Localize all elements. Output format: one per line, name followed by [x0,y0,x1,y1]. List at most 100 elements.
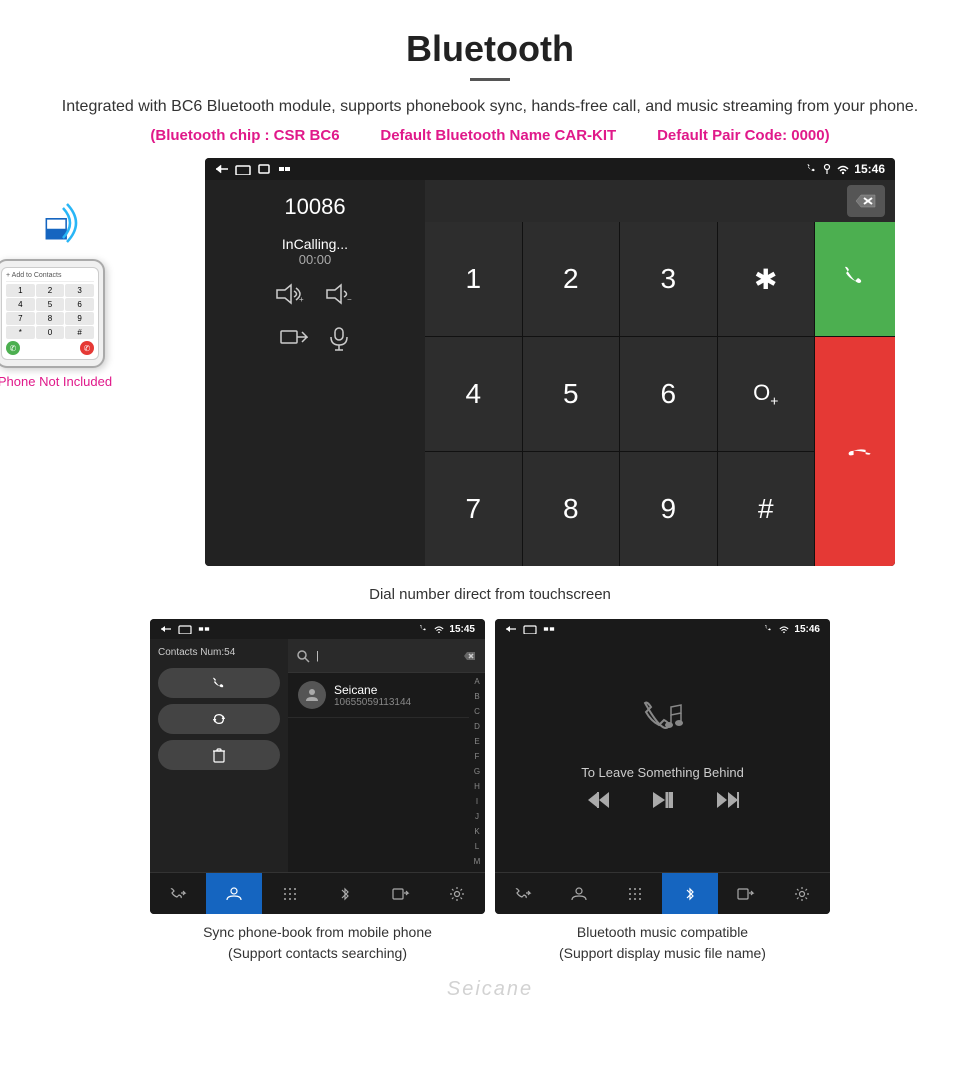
sp-key-8[interactable]: 8 [36,312,65,325]
sp-key-9[interactable]: 9 [65,312,94,325]
alpha-d[interactable]: D [471,722,483,732]
contacts-right-panel: | Seicane [288,639,485,872]
vol-down-btn[interactable]: − [325,283,355,311]
mu-keypad[interactable] [607,872,663,914]
sp-key-5[interactable]: 5 [36,298,65,311]
call-action-btn[interactable] [158,668,280,698]
sp-key-0[interactable]: 0 [36,326,65,339]
key-1[interactable]: 1 [425,222,522,336]
home-icon [235,163,251,175]
call-timer: 00:00 [282,252,348,267]
wifi-icon [836,163,850,175]
backspace-search-icon[interactable] [463,650,477,662]
alpha-m[interactable]: M [471,857,483,867]
sp-key-6[interactable]: 6 [65,298,94,311]
key-4[interactable]: 4 [425,337,522,451]
small-phone-screen: + Add to Contacts 1 2 3 4 5 6 7 8 9 * 0 … [1,267,99,360]
contacts-caption: Sync phone-book from mobile phone (Suppo… [203,914,432,964]
vol-up-btn[interactable]: + [275,283,305,311]
sp-key-hash[interactable]: # [65,326,94,339]
alpha-k[interactable]: K [471,827,483,837]
delete-action-btn[interactable] [158,740,280,770]
key-hash[interactable]: # [718,452,815,566]
mu-keypad-icon [628,887,642,901]
key-5[interactable]: 5 [523,337,620,451]
key-7[interactable]: 7 [425,452,522,566]
cn-settings[interactable] [429,872,485,914]
cn-contacts[interactable] [206,872,262,914]
watermark: Seicane [0,974,980,1005]
key-9[interactable]: 9 [620,452,717,566]
alpha-g[interactable]: G [471,767,483,777]
sp-key-3[interactable]: 3 [65,284,94,297]
mu-phone-link[interactable] [718,872,774,914]
svg-text:−: − [347,295,352,304]
list-item[interactable]: Seicane 10655059113144 [288,673,469,718]
mu-call-transfer[interactable] [495,872,551,914]
alpha-f[interactable]: F [471,752,483,762]
alpha-e[interactable]: E [471,737,483,747]
play-pause-btn[interactable] [651,790,675,816]
key-0plus[interactable]: O+ [718,337,815,451]
contacts-search-bar: | [288,639,485,673]
status-left-icons [215,163,291,175]
music-caption-line2: (Support display music file name) [559,945,766,961]
trash-icon [212,747,226,763]
sync-action-btn[interactable] [158,704,280,734]
alpha-a[interactable]: A [471,677,483,687]
key-2[interactable]: 2 [523,222,620,336]
small-phone-mockup: + Add to Contacts 1 2 3 4 5 6 7 8 9 * 0 … [0,259,105,368]
bt-name-label: Default Bluetooth Name CAR-KIT [380,127,616,144]
sp-key-1[interactable]: 1 [6,284,35,297]
key-6[interactable]: 6 [620,337,717,451]
status-time-main: 15:46 [854,162,885,176]
transfer-btn[interactable] [280,328,308,356]
dial-caption: Dial number direct from touchscreen [0,576,980,619]
music-caption-line1: Bluetooth music compatible [577,924,748,940]
alpha-j[interactable]: J [471,812,483,822]
key-star[interactable]: ✱ [718,222,815,336]
mu-settings[interactable] [774,872,830,914]
person-icon [304,687,320,703]
alpha-c[interactable]: C [471,707,483,717]
key-3[interactable]: 3 [620,222,717,336]
mu-bluetooth[interactable] [662,872,718,914]
mu-pl-icon [737,887,755,901]
notif-icon-music [543,624,555,634]
cn-keypad[interactable] [262,872,318,914]
alpha-l[interactable]: L [471,842,483,852]
dial-left-panel: 10086 InCalling... 00:00 + [205,180,425,566]
mic-btn[interactable] [328,327,350,357]
sp-key-star[interactable]: * [6,326,35,339]
key-8[interactable]: 8 [523,452,620,566]
mu-settings-icon [794,886,810,902]
contacts-screen: 15:45 Contacts Num:54 [150,619,485,914]
sp-key-7[interactable]: 7 [6,312,35,325]
prev-track-btn[interactable] [587,790,611,816]
volume-controls: + − [275,283,355,311]
cn-phone-link[interactable] [373,872,429,914]
music-bottom-nav [495,872,830,914]
end-call-icon [838,435,872,469]
cn-settings-icon [449,886,465,902]
sp-key-2[interactable]: 2 [36,284,65,297]
next-track-btn[interactable] [715,790,739,816]
back-icon [215,163,229,175]
call-button[interactable] [815,222,895,336]
sp-end-btn[interactable]: ✆ [80,341,94,355]
cn-bluetooth[interactable] [317,872,373,914]
mu-contacts[interactable] [551,872,607,914]
cn-contacts-icon [225,886,243,902]
alpha-b[interactable]: B [471,692,483,702]
end-call-button[interactable] [815,337,895,566]
phone-icon-small [806,163,818,175]
call-status-text: InCalling... [282,236,348,252]
contacts-status-bar: 15:45 [150,619,485,639]
alpha-h[interactable]: H [471,782,483,792]
sp-call-btn[interactable]: ✆ [6,341,20,355]
sp-key-4[interactable]: 4 [6,298,35,311]
play-next-icon [651,790,675,810]
alpha-i[interactable]: I [471,797,483,807]
cn-call-transfer[interactable] [150,872,206,914]
backspace-button[interactable] [847,185,885,217]
